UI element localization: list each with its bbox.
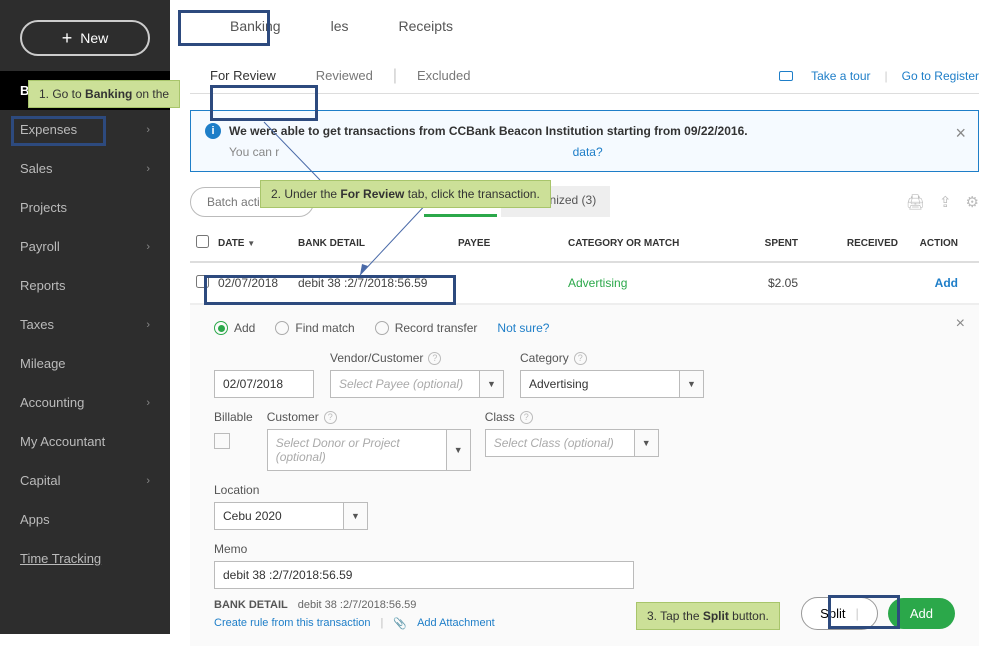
main-content: Banking les Receipts For Review Reviewed…	[170, 0, 999, 634]
row-bank-detail: debit 38 :2/7/2018:56.59	[298, 276, 458, 290]
select-all-checkbox[interactable]	[196, 235, 209, 248]
sub-tabs: For Review Reviewed | Excluded Take a to…	[190, 58, 979, 94]
billable-checkbox[interactable]	[214, 433, 230, 449]
radio-find-match[interactable]: Find match	[275, 321, 354, 335]
chevron-right-icon: ›	[146, 319, 150, 331]
row-category: Advertising	[568, 276, 718, 290]
info-icon: i	[205, 123, 221, 139]
add-button[interactable]: Add	[888, 598, 955, 629]
bank-detail-label: BANK DETAIL	[214, 599, 288, 611]
take-a-tour-link[interactable]: Take a tour	[811, 69, 870, 83]
chevron-down-icon[interactable]: ▼	[480, 370, 504, 398]
row-spent: $2.05	[718, 276, 798, 290]
table-row[interactable]: 02/07/2018 debit 38 :2/7/2018:56.59 Adve…	[190, 263, 979, 304]
col-bank-header[interactable]: BANK DETAIL	[298, 238, 458, 249]
tour-icon	[779, 71, 793, 81]
help-icon[interactable]: ?	[574, 352, 587, 365]
expanded-panel: × Add Find match Record transfer Not sur…	[190, 304, 979, 646]
category-select[interactable]: Advertising	[520, 370, 680, 398]
location-label: Location	[214, 483, 955, 497]
tab-banking[interactable]: Banking	[220, 14, 291, 38]
sidebar-item-apps[interactable]: Apps	[0, 500, 170, 539]
sidebar-item-expenses[interactable]: Expenses›	[0, 110, 170, 149]
sub-links: Take a tour | Go to Register	[779, 69, 979, 83]
tab-receipts[interactable]: Receipts	[389, 14, 463, 38]
sidebar-item-accounting[interactable]: Accounting›	[0, 383, 170, 422]
gear-icon[interactable]: ⚙	[966, 193, 979, 211]
new-button[interactable]: + New	[20, 20, 150, 56]
sidebar-item-mileage[interactable]: Mileage	[0, 344, 170, 383]
add-attachment-link[interactable]: Add Attachment	[417, 617, 495, 630]
sidebar-item-taxes[interactable]: Taxes›	[0, 305, 170, 344]
info-banner: i We were able to get transactions from …	[190, 110, 979, 172]
bank-detail-value: debit 38 :2/7/2018:56.59	[298, 599, 417, 611]
info-sub-link[interactable]: data?	[573, 145, 603, 159]
radio-record-transfer[interactable]: Record transfer	[375, 321, 478, 335]
help-icon[interactable]: ?	[428, 352, 441, 365]
billable-label: Billable	[214, 410, 253, 424]
new-button-label: New	[80, 30, 108, 46]
sidebar-item-time-tracking[interactable]: Time Tracking	[0, 539, 170, 578]
sidebar-item-projects[interactable]: Projects	[0, 188, 170, 227]
vendor-select[interactable]: Select Payee (optional)	[330, 370, 480, 398]
sort-caret-icon: ▼	[247, 239, 255, 248]
tab-rules-partial[interactable]: les	[321, 14, 359, 38]
print-icon[interactable]: 🖨	[906, 193, 925, 211]
location-select[interactable]: Cebu 2020	[214, 502, 344, 530]
chevron-down-icon[interactable]: ▼	[680, 370, 704, 398]
callout-1: 1. Go to Banking on the	[28, 80, 180, 108]
help-icon[interactable]: ?	[520, 411, 533, 424]
col-spent-header[interactable]: SPENT	[718, 238, 798, 249]
sidebar-item-payroll[interactable]: Payroll›	[0, 227, 170, 266]
help-icon[interactable]: ?	[324, 411, 337, 424]
plus-icon: +	[62, 28, 73, 49]
col-category-header[interactable]: CATEGORY OR MATCH	[568, 238, 718, 249]
attach-icon: 📎	[393, 617, 407, 630]
not-sure-link[interactable]: Not sure?	[497, 321, 549, 335]
sidebar-item-sales[interactable]: Sales›	[0, 149, 170, 188]
row-add-link[interactable]: Add	[898, 276, 958, 290]
sidebar-item-my-accountant[interactable]: My Accountant	[0, 422, 170, 461]
col-date-header[interactable]: DATE	[218, 238, 244, 249]
chevron-right-icon: ›	[146, 163, 150, 175]
go-to-register-link[interactable]: Go to Register	[902, 69, 979, 83]
chevron-right-icon: ›	[146, 475, 150, 487]
create-rule-link[interactable]: Create rule from this transaction	[214, 617, 371, 630]
sidebar-item-capital[interactable]: Capital›	[0, 461, 170, 500]
subtab-reviewed[interactable]: Reviewed	[296, 58, 393, 93]
col-payee-header[interactable]: PAYEE	[458, 238, 568, 249]
radio-add[interactable]: Add	[214, 321, 255, 335]
subtab-excluded[interactable]: Excluded	[397, 58, 490, 93]
info-text: We were able to get transactions from CC…	[229, 124, 748, 138]
memo-label: Memo	[214, 542, 955, 556]
export-icon[interactable]: ⇪	[939, 193, 952, 211]
chevron-right-icon: ›	[146, 397, 150, 409]
date-input[interactable]	[214, 370, 314, 398]
callout-3: 3. Tap the Split button.	[636, 602, 780, 630]
sidebar-item-reports[interactable]: Reports	[0, 266, 170, 305]
chevron-down-icon[interactable]: ▼	[447, 429, 471, 471]
row-date: 02/07/2018	[218, 276, 298, 290]
close-icon[interactable]: ×	[956, 315, 965, 333]
row-checkbox[interactable]	[196, 275, 209, 288]
class-select[interactable]: Select Class (optional)	[485, 429, 635, 457]
callout-2: 2. Under the For Review tab, click the t…	[260, 180, 551, 208]
col-action-header: ACTION	[898, 238, 958, 249]
chevron-right-icon: ›	[146, 124, 150, 136]
subtab-for-review[interactable]: For Review	[190, 58, 296, 93]
chevron-down-icon[interactable]: ▼	[635, 429, 659, 457]
chevron-right-icon: ›	[146, 241, 150, 253]
split-button[interactable]: Split	[801, 597, 878, 630]
memo-input[interactable]	[214, 561, 634, 589]
customer-select[interactable]: Select Donor or Project (optional)	[267, 429, 447, 471]
top-tabs: Banking les Receipts	[190, 0, 979, 48]
close-icon[interactable]: ×	[955, 123, 966, 144]
chevron-down-icon[interactable]: ▼	[344, 502, 368, 530]
table-header: DATE ▼ BANK DETAIL PAYEE CATEGORY OR MAT…	[190, 225, 979, 263]
col-received-header[interactable]: RECEIVED	[798, 238, 898, 249]
